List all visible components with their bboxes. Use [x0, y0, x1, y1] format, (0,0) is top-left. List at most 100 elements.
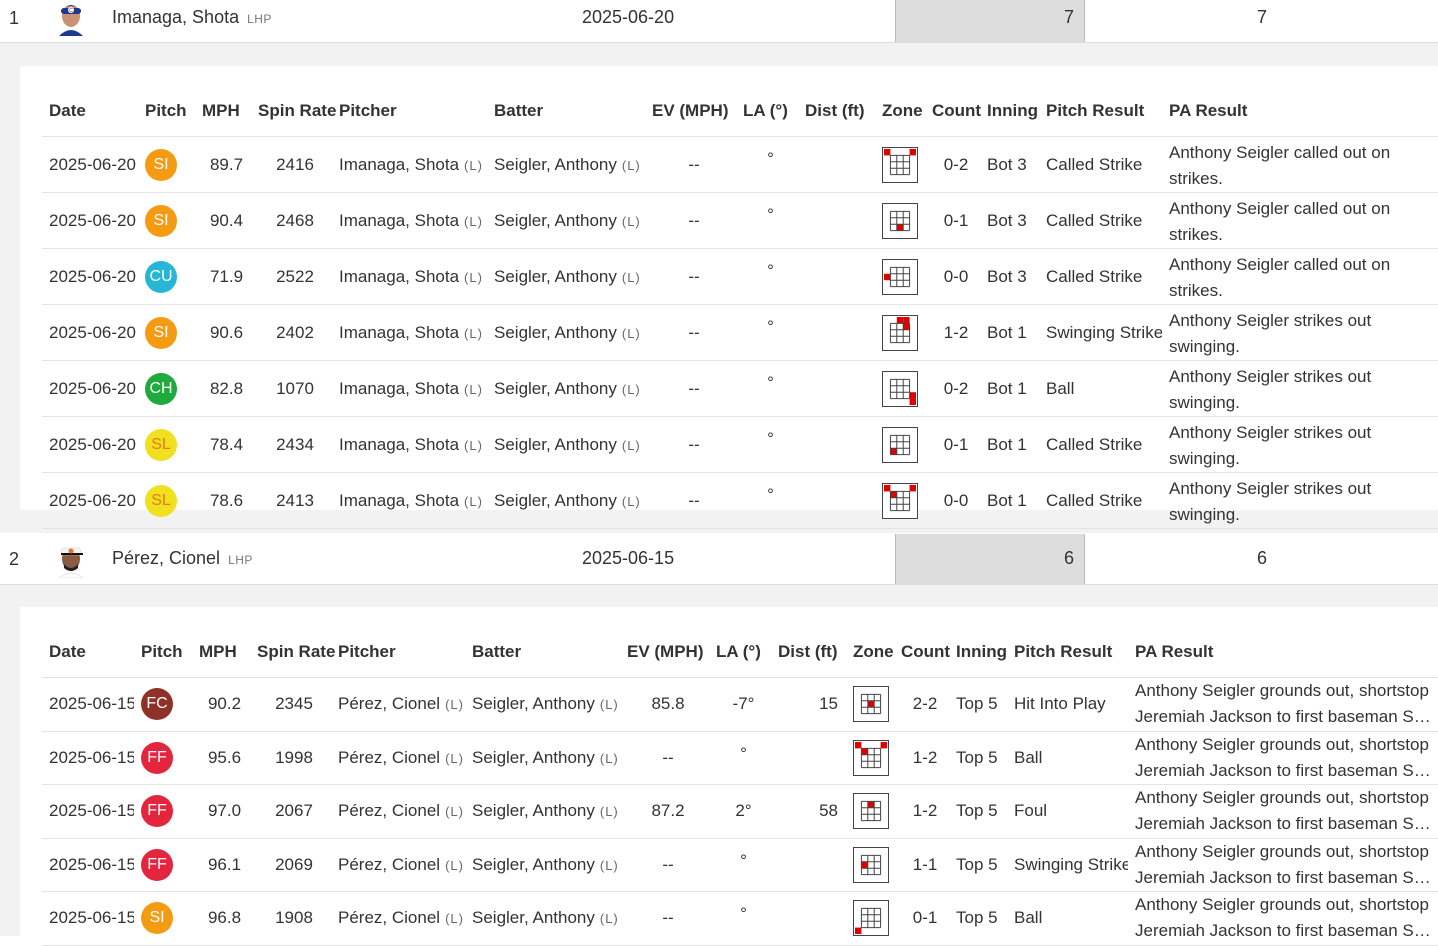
player-row-2[interactable]: 2 Pérez, Cionel LHP 2025-06-15 6 6 — [0, 534, 1438, 585]
column-header-spin-rate[interactable]: Spin Rate — [250, 627, 335, 678]
column-header-batter[interactable]: Batter — [465, 627, 620, 678]
cell-spin-rate: 2345 — [250, 677, 331, 731]
cell-date: 2025-06-15 — [42, 784, 134, 838]
column-header-dist[interactable]: Dist (ft) — [771, 627, 846, 678]
cell-dist — [771, 730, 846, 785]
table-row[interactable]: 2025-06-20 CU 71.9 2522 Imanaga, Shota (L) Sei… — [42, 248, 1438, 305]
cell-mph: 90.6 — [195, 304, 251, 361]
cell-batter[interactable]: Seigler, Anthony (L) — [465, 837, 620, 892]
cell-pitcher[interactable]: Imanaga, Shota (L) — [332, 360, 487, 417]
cell-batter[interactable]: Seigler, Anthony (L) — [465, 784, 620, 838]
strike-zone-icon — [853, 900, 889, 937]
cell-date: 2025-06-20 — [42, 248, 138, 305]
cell-batter[interactable]: Seigler, Anthony (L) — [465, 730, 620, 785]
cell-batter[interactable]: Seigler, Anthony (L) — [487, 248, 645, 305]
cell-pitcher[interactable]: Pérez, Cionel (L) — [331, 677, 465, 731]
column-header-ev[interactable]: EV (MPH) — [645, 86, 736, 137]
column-header-inning[interactable]: Inning — [980, 86, 1039, 137]
column-header-batter[interactable]: Batter — [487, 86, 645, 137]
column-header-pitch-result[interactable]: Pitch Result — [1007, 627, 1128, 678]
cell-count: 1-2 — [925, 304, 980, 361]
table-row[interactable]: 2025-06-20 SI 90.6 2402 Imanaga, Shota (L) Sei… — [42, 304, 1438, 361]
cell-batter[interactable]: Seigler, Anthony (L) — [487, 360, 645, 417]
cell-inning: Top 5 — [949, 784, 1007, 838]
table-row[interactable]: 2025-06-15 FF 95.6 1998 Pérez, Cionel (L) Seig… — [42, 730, 1438, 785]
column-header-mph[interactable]: MPH — [192, 627, 250, 678]
batter-hand: (L) — [621, 381, 641, 397]
column-header-zone[interactable]: Zone — [846, 627, 894, 678]
table-row[interactable]: 2025-06-20 SL 78.6 2413 Imanaga, Shota (L) Sei… — [42, 472, 1438, 529]
table-row[interactable]: 2025-06-15 SI 96.8 1908 Pérez, Cionel (L) Seig… — [42, 891, 1438, 946]
cell-batter[interactable]: Seigler, Anthony (L) — [487, 192, 645, 249]
cell-ev: -- — [645, 192, 736, 249]
cell-inning: Top 5 — [949, 891, 1007, 946]
cell-pitcher[interactable]: Pérez, Cionel (L) — [331, 837, 465, 892]
cell-pitcher[interactable]: Imanaga, Shota (L) — [332, 416, 487, 473]
cell-zone — [846, 891, 894, 946]
column-header-pa-result[interactable]: PA Result — [1128, 627, 1438, 678]
cell-count: 0-0 — [925, 248, 980, 305]
table-row[interactable]: 2025-06-20 SI 89.7 2416 Imanaga, Shota (L) Sei… — [42, 136, 1438, 193]
cell-pitch-result: Ball — [1007, 730, 1128, 785]
table-row[interactable]: 2025-06-20 SL 78.4 2434 Imanaga, Shota (L) Sei… — [42, 416, 1438, 473]
column-header-mph[interactable]: MPH — [195, 86, 251, 137]
column-header-pitch[interactable]: Pitch — [138, 86, 195, 137]
column-header-pitch[interactable]: Pitch — [134, 627, 192, 678]
cell-pitcher[interactable]: Imanaga, Shota (L) — [332, 304, 487, 361]
cell-pitcher[interactable]: Imanaga, Shota (L) — [332, 248, 487, 305]
column-header-pa-result[interactable]: PA Result — [1162, 86, 1438, 137]
cell-date: 2025-06-20 — [42, 360, 138, 417]
batter-hand: (L) — [621, 157, 641, 173]
column-header-count[interactable]: Count — [894, 627, 950, 678]
table-row[interactable]: 2025-06-20 CH 82.8 1070 Imanaga, Shota (L) Sei… — [42, 360, 1438, 417]
cell-ev: -- — [645, 136, 736, 193]
cell-pitcher[interactable]: Pérez, Cionel (L) — [331, 784, 465, 838]
cell-pitch: SI — [138, 304, 195, 361]
pitcher-hand: (L) — [464, 269, 483, 285]
cell-batter[interactable]: Seigler, Anthony (L) — [487, 304, 645, 361]
column-header-date[interactable]: Date — [42, 86, 138, 137]
batter-hand: (L) — [599, 804, 619, 820]
player-row-1[interactable]: 1 C Imanaga, Shota LHP 2025-06-20 7 7 — [0, 0, 1438, 43]
cell-date: 2025-06-20 — [42, 472, 138, 529]
cell-pitcher[interactable]: Pérez, Cionel (L) — [331, 891, 465, 946]
cell-spin-rate: 2468 — [251, 192, 332, 249]
cell-batter[interactable]: Seigler, Anthony (L) — [487, 136, 645, 193]
table-row[interactable]: 2025-06-15 FC 90.2 2345 Pérez, Cionel (L) Seig… — [42, 677, 1438, 731]
cell-batter[interactable]: Seigler, Anthony (L) — [465, 891, 620, 946]
cell-dist — [798, 416, 875, 473]
cell-pitch-result: Swinging Strike — [1039, 304, 1162, 361]
cell-zone — [875, 304, 925, 361]
cell-mph: 89.7 — [195, 136, 251, 193]
column-header-zone[interactable]: Zone — [875, 86, 925, 137]
cell-ev: -- — [645, 472, 736, 529]
cell-ev: -- — [620, 837, 709, 892]
cell-la: ° — [709, 891, 771, 946]
column-header-count[interactable]: Count — [925, 86, 981, 137]
player-name[interactable]: Pérez, Cionel LHP — [112, 541, 253, 577]
column-header-inning[interactable]: Inning — [949, 627, 1007, 678]
column-header-la[interactable]: LA (°) — [709, 627, 771, 678]
column-header-la[interactable]: LA (°) — [736, 86, 798, 137]
table-row[interactable]: 2025-06-15 FF 96.1 2069 Pérez, Cionel (L) Seig… — [42, 837, 1438, 892]
column-header-spin-rate[interactable]: Spin Rate — [251, 86, 336, 137]
cell-batter[interactable]: Seigler, Anthony (L) — [487, 472, 645, 529]
column-header-date[interactable]: Date — [42, 627, 134, 678]
cell-batter[interactable]: Seigler, Anthony (L) — [465, 677, 620, 731]
column-header-dist[interactable]: Dist (ft) — [798, 86, 875, 137]
cell-pitcher[interactable]: Imanaga, Shota (L) — [332, 136, 487, 193]
cell-pitch: FF — [134, 837, 192, 892]
player-name[interactable]: Imanaga, Shota LHP — [112, 0, 272, 36]
column-header-pitcher[interactable]: Pitcher — [331, 627, 465, 678]
cell-batter[interactable]: Seigler, Anthony (L) — [487, 416, 645, 473]
column-header-pitch-result[interactable]: Pitch Result — [1039, 86, 1162, 137]
table-row[interactable]: 2025-06-20 SI 90.4 2468 Imanaga, Shota (L) Sei… — [42, 192, 1438, 249]
table-row[interactable]: 2025-06-15 FF 97.0 2067 Pérez, Cionel (L) Seig… — [42, 784, 1438, 838]
cell-pitcher[interactable]: Imanaga, Shota (L) — [332, 192, 487, 249]
column-header-pitcher[interactable]: Pitcher — [332, 86, 487, 137]
cell-pitcher[interactable]: Imanaga, Shota (L) — [332, 472, 487, 529]
table-header-row: Date Pitch MPH Spin Rate Pitcher Batter EV (MP… — [42, 86, 1438, 137]
cell-pitcher[interactable]: Pérez, Cionel (L) — [331, 730, 465, 785]
cell-pitch-result: Called Strike — [1039, 192, 1162, 249]
column-header-ev[interactable]: EV (MPH) — [620, 627, 709, 678]
